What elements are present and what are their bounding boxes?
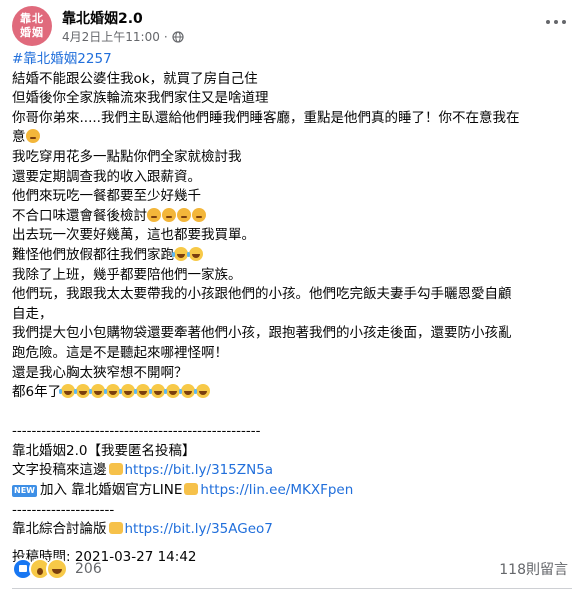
post-hashtag[interactable]: #靠北婚姻2257 bbox=[12, 50, 572, 70]
reactions-summary[interactable]: 206 bbox=[12, 558, 102, 580]
line-link[interactable]: https://lin.ee/MKXFpen bbox=[200, 482, 353, 498]
laughing-tears-emoji-icon bbox=[194, 384, 211, 399]
post-line: 還要定期調查我的收入跟薪資。 bbox=[12, 168, 201, 185]
pointing-hand-icon bbox=[108, 463, 123, 476]
grin-sweat-emoji-icon bbox=[172, 246, 188, 261]
post-line: 我們提大包小包購物袋還要牽著他們小孩，跟抱著我們的小孩走後面，還要防小孩亂 bbox=[12, 325, 512, 342]
post-line: 結婚不能跟公婆住我ok，就買了房自己住 bbox=[12, 70, 258, 87]
forum-row: 靠北綜合討論版 https://bit.ly/35AGeo7 bbox=[12, 521, 273, 538]
submission-link[interactable]: https://bit.ly/315ZN5a bbox=[125, 462, 274, 478]
line-row: NEW 加入 靠北婚姻官方LINE https://lin.ee/MKXFpen bbox=[12, 482, 354, 499]
pointing-hand-icon bbox=[184, 483, 199, 496]
post-line: ​ bbox=[12, 403, 572, 423]
page-avatar[interactable]: 靠北婚姻 bbox=[12, 6, 52, 46]
separator-line: ----------------------------------------… bbox=[12, 423, 261, 440]
post-line: 自走， bbox=[12, 305, 53, 322]
post-line: 但婚後你全家族輪流來我們家住又是啥道理 bbox=[12, 90, 269, 107]
reaction-count: 206 bbox=[75, 561, 102, 577]
short-separator: --------------------- bbox=[12, 501, 115, 518]
laughing-tears-emoji-icon bbox=[74, 384, 91, 399]
submission-title: 靠北婚姻2.0【我要匿名投稿】 bbox=[12, 442, 196, 459]
laughing-tears-emoji-icon bbox=[134, 384, 151, 399]
meta-separator: · bbox=[163, 29, 168, 44]
footer-divider bbox=[12, 588, 572, 589]
page-name[interactable]: 靠北婚姻2.0 bbox=[62, 8, 143, 28]
forum-link[interactable]: https://bit.ly/35AGeo7 bbox=[125, 521, 273, 537]
post-footer: 206 118則留言 bbox=[12, 556, 572, 580]
laughing-tears-emoji-icon bbox=[149, 384, 166, 399]
post-line: 你哥你弟來.....我們主臥還給他們睡我們睡客廳，重點是他們真的睡了！你不在意我… bbox=[12, 109, 520, 126]
disappointed-emoji-icon bbox=[162, 207, 176, 222]
haha-reaction-icon bbox=[46, 558, 68, 580]
grin-sweat-emoji-icon bbox=[187, 246, 203, 261]
post-line: 不合口味還會餐後檢討 bbox=[12, 207, 572, 227]
comment-count[interactable]: 118則留言 bbox=[499, 559, 568, 579]
laughing-tears-emoji-icon bbox=[59, 384, 76, 399]
new-badge-icon: NEW bbox=[12, 485, 37, 498]
post-line: 跑危險。這是不是聽起來哪裡怪啊！ bbox=[12, 344, 228, 361]
post-line: 出去玩一次要好幾萬，這也都要我買單。 bbox=[12, 227, 255, 244]
disappointed-emoji-icon bbox=[177, 207, 191, 222]
post-line: 他們來玩吃一餐都要至少好幾千 bbox=[12, 188, 201, 205]
disappointed-emoji-icon bbox=[147, 207, 161, 222]
laughing-tears-emoji-icon bbox=[179, 384, 196, 399]
post-line: 難怪他們放假都往我們家跑 bbox=[12, 246, 572, 266]
post-header: 靠北婚姻 靠北婚姻2.0 4月2日上午11:00 · bbox=[12, 6, 572, 46]
post-line: 都6年了 bbox=[12, 383, 572, 403]
post-line: 他們玩，我跟我太太要帶我的小孩跟他們的小孩。他們吃完飯夫妻手勾手曬恩愛自顧 bbox=[12, 286, 512, 303]
pointing-hand-icon bbox=[108, 522, 123, 535]
post-line: 還是我心胸太狹窄想不開啊？ bbox=[12, 364, 188, 381]
post-line: 我吃穿用花多一點點你們全家就檢討我 bbox=[12, 148, 242, 165]
post-timestamp[interactable]: 4月2日上午11:00 bbox=[62, 28, 160, 45]
sweat-smile-emoji-icon bbox=[25, 129, 40, 144]
post-body: #靠北婚姻2257 結婚不能跟公婆住我ok，就買了房自己住 但婚後你全家族輪流來… bbox=[12, 50, 572, 567]
laughing-tears-emoji-icon bbox=[164, 384, 181, 399]
post-line: 我除了上班，幾乎都要陪他們一家族。 bbox=[12, 266, 242, 283]
laughing-tears-emoji-icon bbox=[89, 384, 106, 399]
globe-icon bbox=[172, 30, 184, 43]
disappointed-emoji-icon bbox=[192, 207, 206, 222]
post-meta: 4月2日上午11:00 · bbox=[62, 28, 184, 45]
post-line: 意 bbox=[12, 128, 572, 148]
laughing-tears-emoji-icon bbox=[119, 384, 136, 399]
more-options-icon[interactable] bbox=[540, 10, 572, 34]
avatar-logo-text: 靠北婚姻 bbox=[20, 12, 44, 39]
laughing-tears-emoji-icon bbox=[104, 384, 121, 399]
submission-row: 文字投稿來這邊 https://bit.ly/315ZN5a bbox=[12, 462, 274, 479]
